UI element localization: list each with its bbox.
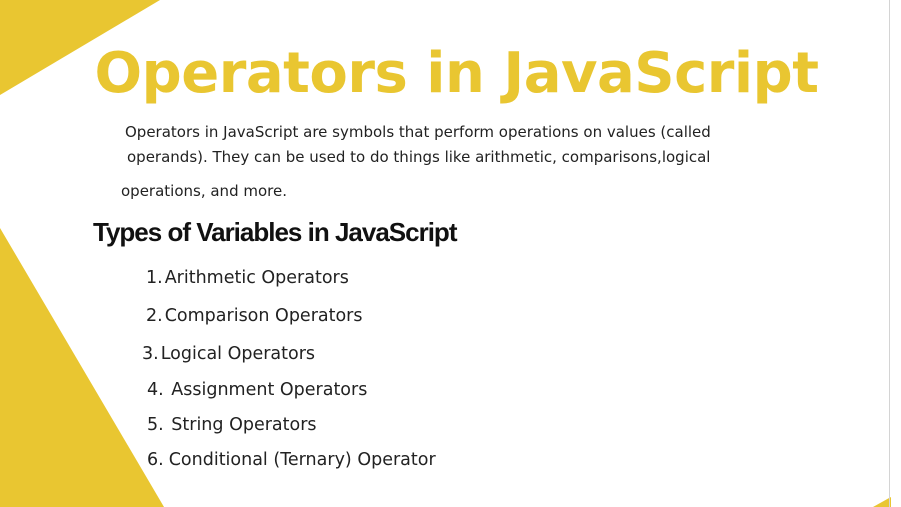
bottom-left-triangle <box>0 228 164 507</box>
list-item-label: Conditional (Ternary) Operator <box>168 450 436 470</box>
slide: Operators in JavaScript Operators in Jav… <box>0 0 901 507</box>
list-item: 2. Comparison Operators <box>146 306 363 326</box>
section-heading: Types of Variables in JavaScript <box>93 217 457 247</box>
list-item-number: 1. <box>146 268 163 288</box>
list-item: 5. String Operators <box>147 415 317 435</box>
list-item: 3. Logical Operators <box>142 344 315 364</box>
list-item-label: Assignment Operators <box>171 380 368 400</box>
list-item-number: 6. <box>147 450 164 470</box>
intro-line-2: operands). They can be used to do things… <box>127 148 711 166</box>
list-item-number: 2. <box>146 306 163 326</box>
list-item-label: String Operators <box>171 415 317 435</box>
list-item: 4. Assignment Operators <box>147 380 367 400</box>
list-item-number: 5. <box>147 415 164 435</box>
list-item: 6. Conditional (Ternary) Operator <box>147 450 436 470</box>
list-item-label: Logical Operators <box>160 344 316 364</box>
list-item-label: Arithmetic Operators <box>164 268 349 288</box>
list-item-number: 4. <box>147 380 164 400</box>
intro-line-1: Operators in JavaScript are symbols that… <box>125 123 711 141</box>
list-item-number: 3. <box>142 344 159 364</box>
intro-line-3: operations, and more. <box>121 182 287 200</box>
list-item-label: Comparison Operators <box>164 306 363 326</box>
list-item: 1. Arithmetic Operators <box>146 268 349 288</box>
slide-title: Operators in JavaScript <box>94 41 819 106</box>
